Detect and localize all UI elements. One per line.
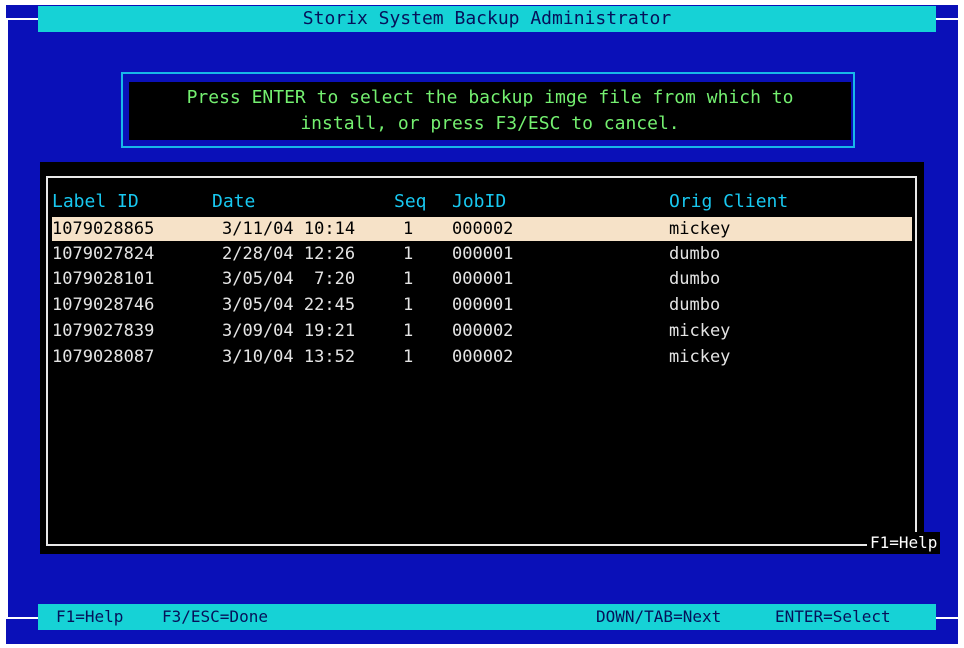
top-border-left [6, 18, 38, 20]
job-id-cell: 000002 [452, 347, 514, 367]
backup-row-selected[interactable]: 1079028865 3/11/04 10:14 1 000002 mickey [52, 217, 912, 241]
orig-client-cell: dumbo [669, 269, 721, 289]
next-key[interactable]: DOWN/TAB=Next [596, 604, 721, 630]
job-id-cell: 000001 [452, 244, 514, 264]
column-header-orig-client: Orig Client [669, 191, 789, 212]
date-cell: 3/10/04 13:52 [222, 347, 356, 367]
backup-row[interactable]: 1079028087 3/10/04 13:52 1 000002 mickey [52, 345, 912, 369]
top-border-right [936, 18, 958, 20]
orig-client-cell: dumbo [669, 244, 721, 264]
date-cell: 2/28/04 12:26 [222, 244, 356, 264]
label-id-cell: 1079028087 [52, 347, 155, 367]
instruction-message: Press ENTER to select the backup imge fi… [129, 82, 851, 140]
instruction-line-2: install, or press F3/ESC to cancel. [300, 113, 680, 134]
seq-cell: 1 [403, 219, 414, 239]
label-id-cell: 1079027824 [52, 244, 155, 264]
label-id-cell: 1079028746 [52, 295, 155, 315]
label-id-cell: 1079027839 [52, 321, 155, 341]
bottom-border-right [936, 617, 958, 619]
label-id-cell: 1079028101 [52, 269, 155, 289]
list-help-hint[interactable]: F1=Help [867, 532, 941, 554]
seq-cell: 1 [403, 244, 414, 264]
date-cell: 3/05/04 22:45 [222, 295, 356, 315]
select-key[interactable]: ENTER=Select [775, 604, 891, 630]
column-header-label-id: Label ID [52, 191, 139, 212]
help-key[interactable]: F1=Help [56, 604, 123, 630]
window-title: Storix System Backup Administrator [38, 6, 936, 32]
backup-row[interactable]: 1079028101 3/05/04 7:20 1 000001 dumbo [52, 267, 912, 291]
column-header-job-id: JobID [452, 191, 507, 212]
backup-row[interactable]: 1079027839 3/09/04 19:21 1 000002 mickey [52, 319, 912, 343]
date-cell: 3/05/04 7:20 [222, 269, 356, 289]
orig-client-cell: dumbo [669, 295, 721, 315]
label-id-cell: 1079028865 [52, 219, 155, 239]
seq-cell: 1 [403, 347, 414, 367]
instruction-line-1: Press ENTER to select the backup imge fi… [186, 87, 794, 108]
job-id-cell: 000001 [452, 295, 514, 315]
date-cell: 3/11/04 10:14 [222, 219, 356, 239]
date-cell: 3/09/04 19:21 [222, 321, 356, 341]
status-bar: F1=Help F3/ESC=Done DOWN/TAB=Next ENTER=… [38, 604, 936, 630]
seq-cell: 1 [403, 321, 414, 341]
column-header-seq: Seq [394, 191, 427, 212]
backup-row[interactable]: 1079028746 3/05/04 22:45 1 000001 dumbo [52, 293, 912, 317]
orig-client-cell: mickey [669, 321, 731, 341]
done-key[interactable]: F3/ESC=Done [162, 604, 268, 630]
job-id-cell: 000002 [452, 219, 514, 239]
job-id-cell: 000001 [452, 269, 514, 289]
job-id-cell: 000002 [452, 321, 514, 341]
column-header-date: Date [212, 191, 256, 212]
backup-row[interactable]: 1079027824 2/28/04 12:26 1 000001 dumbo [52, 242, 912, 266]
seq-cell: 1 [403, 269, 414, 289]
seq-cell: 1 [403, 295, 414, 315]
orig-client-cell: mickey [669, 219, 731, 239]
left-border [6, 18, 8, 618]
orig-client-cell: mickey [669, 347, 731, 367]
bottom-border-left [6, 617, 38, 619]
